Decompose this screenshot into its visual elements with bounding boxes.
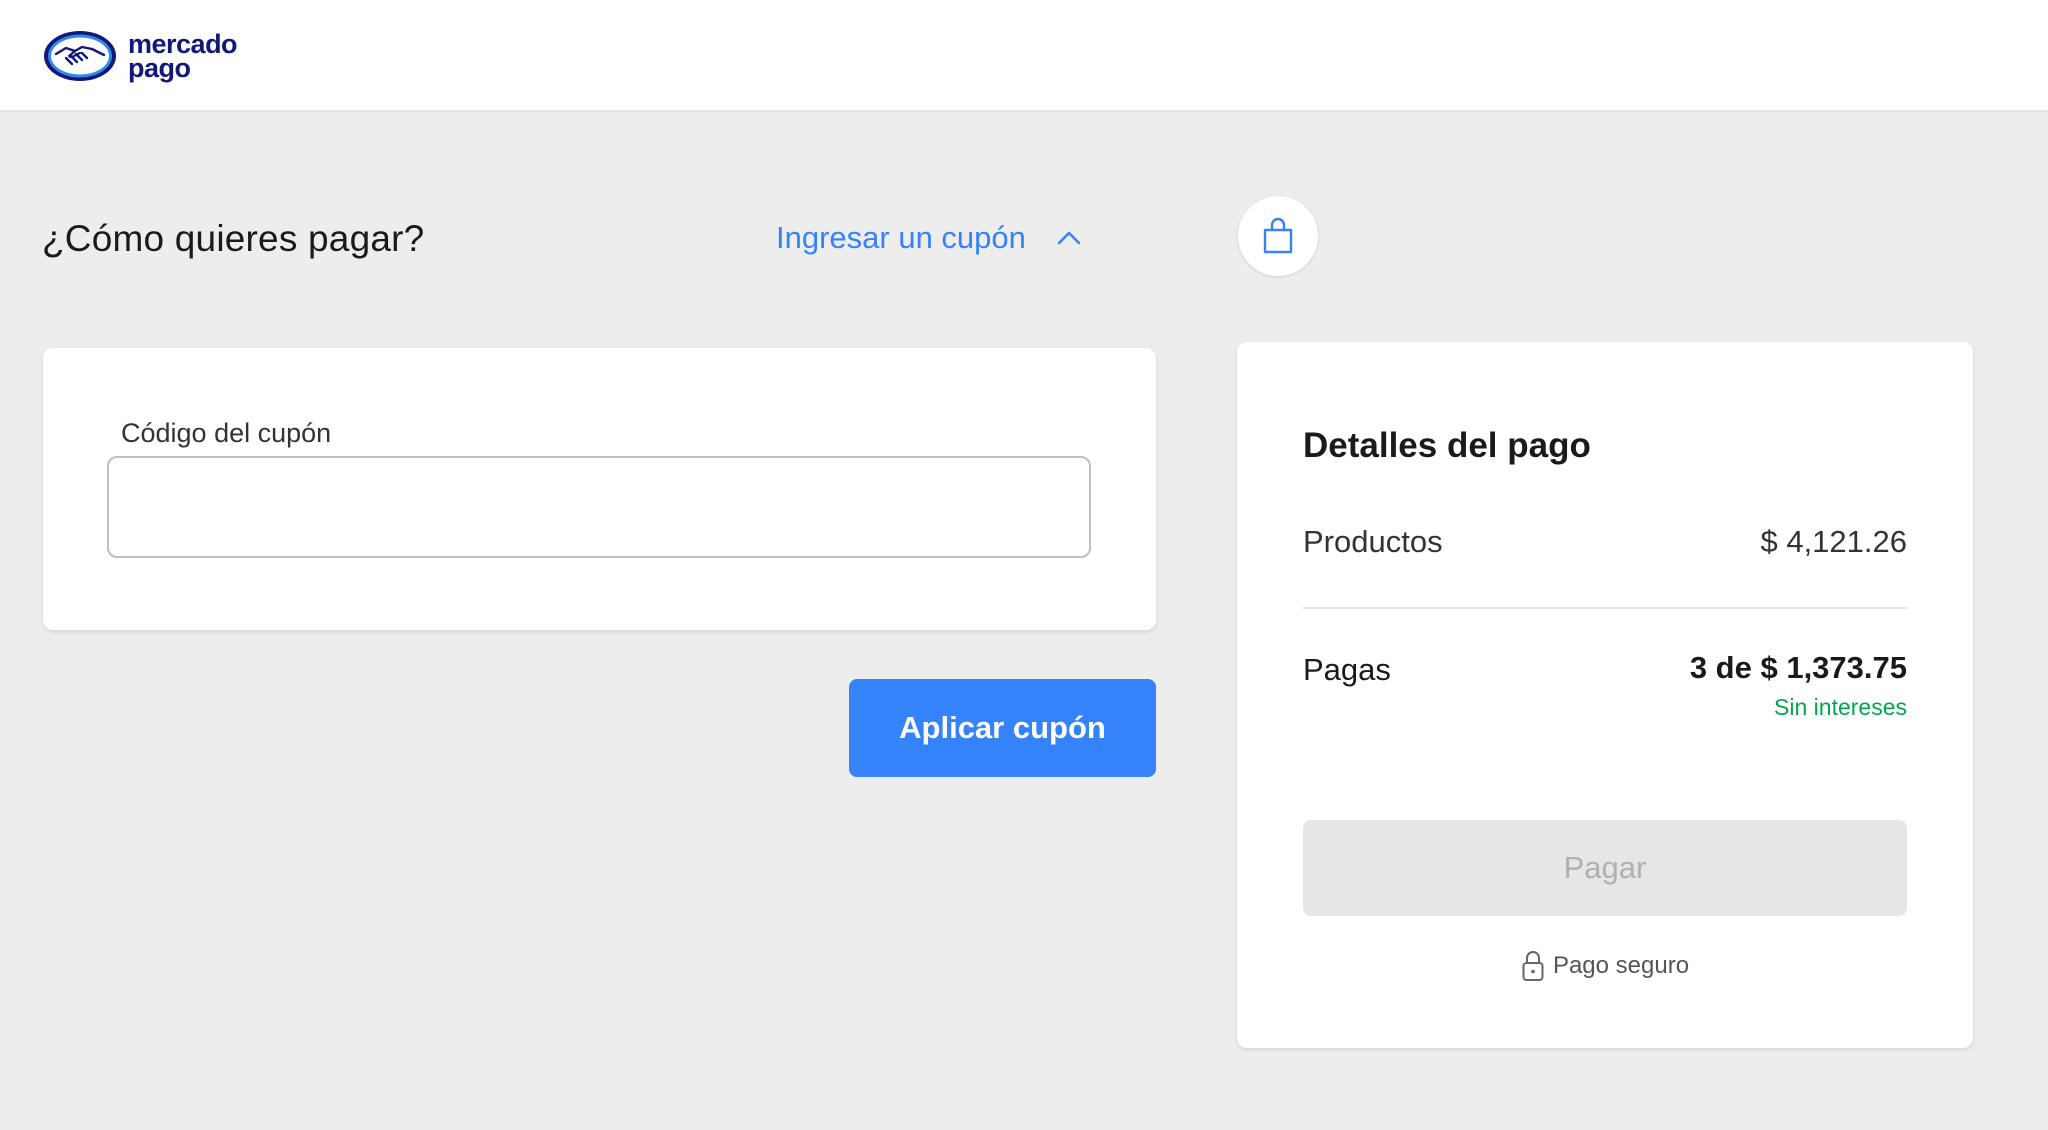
installments-value: 3 de $ 1,373.75 — [1690, 650, 1907, 686]
payment-details-card: Detalles del pago Productos $ 4,121.26 P… — [1237, 342, 1973, 1048]
chevron-up-icon — [1057, 231, 1081, 245]
pay-button[interactable]: Pagar — [1303, 820, 1907, 916]
secure-payment-label: Pago seguro — [1552, 952, 1690, 979]
coupon-code-input[interactable] — [107, 456, 1091, 558]
secure-payment-notice: Pago seguro — [1237, 950, 1973, 982]
coupon-toggle-label: Ingresar un cupón — [776, 220, 1026, 255]
payment-details-title: Detalles del pago — [1303, 426, 1591, 465]
installments-amount: $ 1,373.75 — [1760, 650, 1907, 685]
handshake-logo-icon — [44, 31, 116, 81]
lock-icon — [1522, 951, 1544, 981]
mercado-pago-logo[interactable]: mercado pago — [42, 28, 238, 84]
interest-free-note: Sin intereses — [1774, 694, 1907, 720]
apply-coupon-button[interactable]: Aplicar cupón — [849, 679, 1156, 777]
cart-summary-toggle[interactable] — [1238, 196, 1318, 276]
logo-line-2: pago — [128, 53, 191, 83]
coupon-toggle-link[interactable]: Ingresar un cupón — [776, 220, 1082, 256]
coupon-code-label: Código del cupón — [121, 418, 332, 448]
coupon-card: Código del cupón — [43, 348, 1156, 630]
installments-prefix: 3 de — [1689, 650, 1752, 685]
shopping-bag-icon — [1263, 217, 1293, 254]
top-header: mercado pago — [0, 0, 2048, 112]
products-label: Productos — [1303, 524, 1443, 559]
products-value: $ 4,121.26 — [1760, 524, 1907, 559]
pagas-label: Pagas — [1303, 652, 1391, 687]
summary-divider — [1303, 607, 1907, 609]
page-title: ¿Cómo quieres pagar? — [42, 218, 425, 259]
logo-wordmark: mercado pago — [128, 31, 238, 83]
